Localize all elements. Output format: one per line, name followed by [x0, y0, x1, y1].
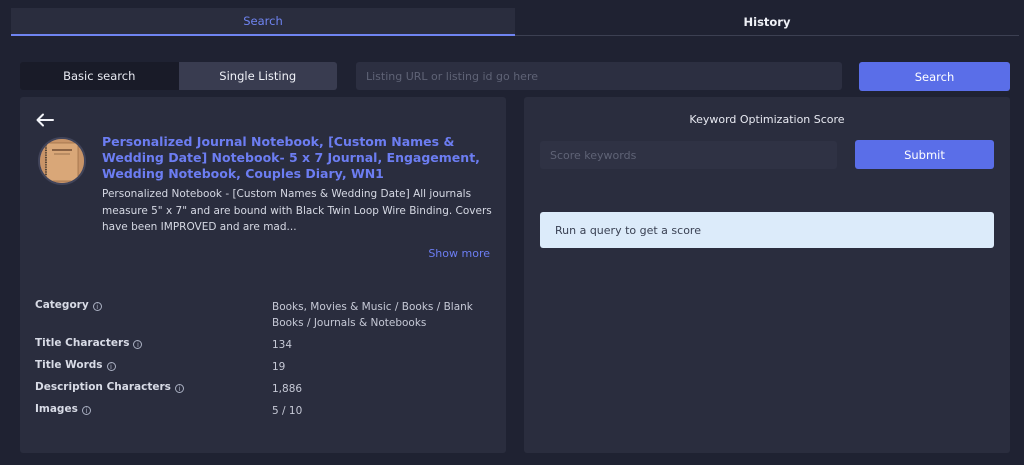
stat-row-images: Images i 5 / 10 — [35, 403, 495, 425]
stat-value: 134 — [272, 339, 293, 351]
listing-thumbnail — [38, 137, 86, 185]
listing-title-link[interactable]: Personalized Journal Notebook, [Custom N… — [102, 134, 492, 182]
show-more-link[interactable]: Show more — [428, 247, 490, 260]
tab-search[interactable]: Search — [11, 8, 515, 36]
arrow-left-icon[interactable] — [35, 112, 55, 128]
stat-value: 5 / 10 — [272, 405, 303, 417]
score-info-alert: Run a query to get a score — [540, 212, 994, 248]
listing-url-input[interactable] — [356, 62, 842, 90]
keyword-score-title: Keyword Optimization Score — [689, 113, 845, 126]
stat-label: Title Characters — [35, 337, 130, 349]
stat-row-category: Category i Books, Movies & Music / Books… — [35, 299, 495, 337]
search-mode-toggle: Basic search Single Listing — [20, 62, 337, 90]
stat-row-title-characters: Title Characters i 134 — [35, 337, 495, 359]
info-icon[interactable]: i — [81, 406, 91, 415]
info-icon[interactable]: i — [92, 302, 102, 311]
stat-label: Description Characters — [35, 381, 171, 393]
stat-value: Books, Movies & Music / Books / Blank Bo… — [272, 301, 473, 329]
stat-label: Title Words — [35, 359, 103, 371]
info-icon[interactable]: i — [133, 340, 143, 349]
listing-description: Personalized Notebook - [Custom Names & … — [102, 188, 492, 233]
search-button[interactable]: Search — [859, 62, 1010, 91]
single-listing-button[interactable]: Single Listing — [178, 62, 337, 90]
stat-label: Category — [35, 299, 89, 311]
info-icon[interactable]: i — [174, 384, 184, 393]
keyword-score-panel: Keyword Optimization Score Submit Run a … — [524, 97, 1010, 453]
listing-stats: Category i Books, Movies & Music / Books… — [35, 299, 495, 425]
tab-history[interactable]: History — [515, 8, 1019, 36]
listing-panel: Personalized Journal Notebook, [Custom N… — [20, 97, 506, 453]
info-icon[interactable]: i — [106, 362, 116, 371]
top-tabs: Search History — [11, 8, 1019, 36]
submit-button[interactable]: Submit — [855, 140, 994, 169]
stat-row-description-characters: Description Characters i 1,886 — [35, 381, 495, 403]
stat-value: 1,886 — [272, 383, 303, 395]
stat-row-title-words: Title Words i 19 — [35, 359, 495, 381]
stat-value: 19 — [272, 361, 286, 373]
score-keywords-input[interactable] — [540, 141, 837, 169]
stat-label: Images — [35, 403, 78, 415]
basic-search-button[interactable]: Basic search — [20, 62, 179, 90]
